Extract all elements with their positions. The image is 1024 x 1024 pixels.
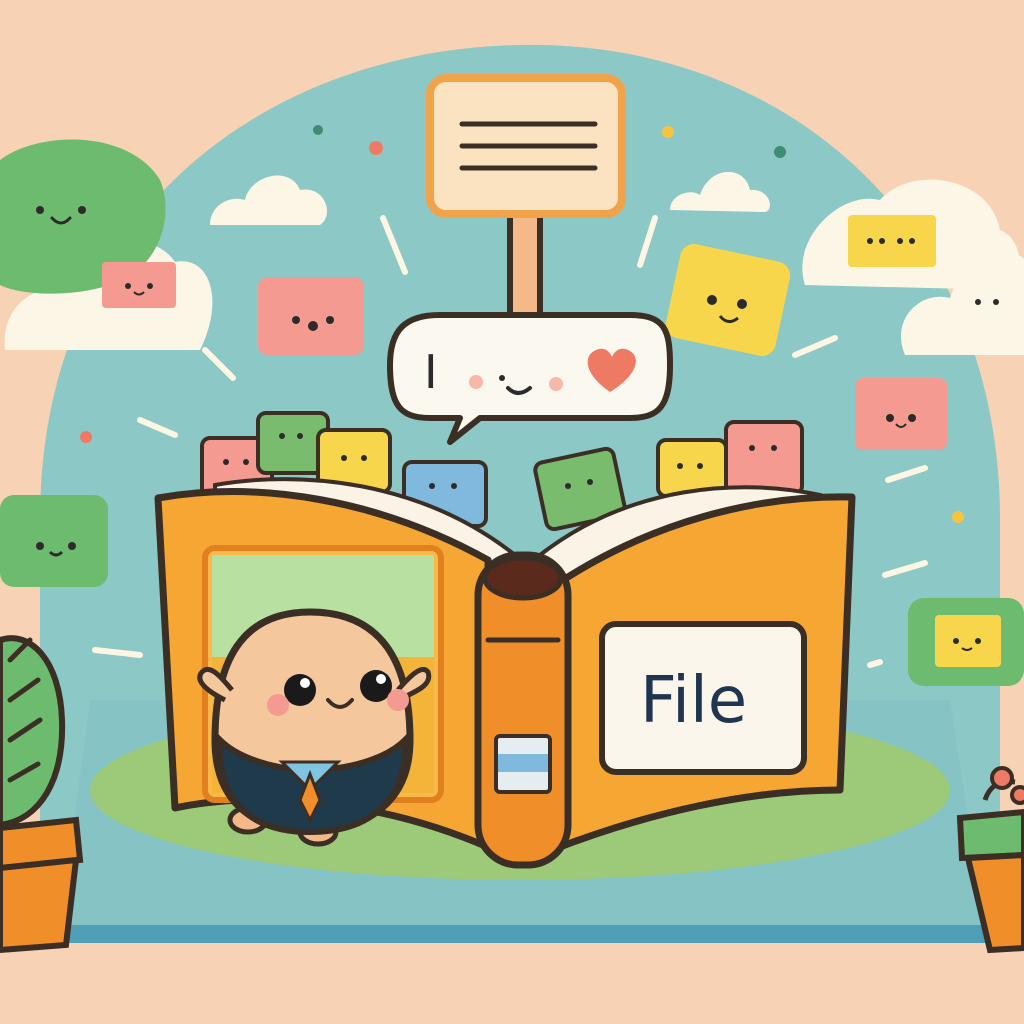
smiley-card-icon: [855, 378, 947, 450]
smiley-card-icon: [0, 495, 108, 587]
smiley-card-icon: [848, 215, 936, 267]
speech-bubble-text: I: [424, 345, 438, 399]
smiley-card-icon: [258, 277, 364, 355]
illustration-scene: I File: [0, 0, 1024, 1024]
smiley-card-icon: [908, 598, 1024, 686]
smiley-card-icon: [102, 262, 176, 308]
floor-strip: [60, 925, 990, 943]
book-label: File: [640, 664, 747, 738]
